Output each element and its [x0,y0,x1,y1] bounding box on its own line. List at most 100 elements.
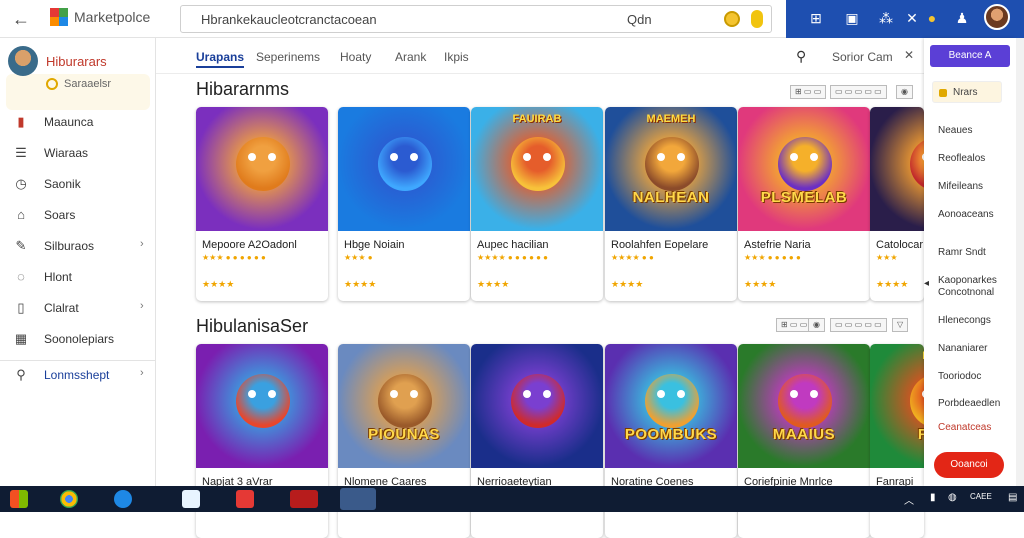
panel-item[interactable]: Hlenecongs [938,315,991,326]
panel-item[interactable]: Neaues [938,125,972,136]
game-art-title: FAUI [917,426,924,443]
view-toggle[interactable]: ⊞ ▭ ▭ [776,318,813,332]
game-title[interactable]: Hbge Noiain [344,239,405,251]
view-toggle[interactable]: ⊞ ▭ ▭ [790,85,827,99]
game-title[interactable]: Roolahfen Eopelare [611,239,708,251]
tab-2[interactable]: Hoaty [340,50,371,64]
folder-icon[interactable] [182,490,200,508]
logo-icon [50,8,68,26]
game-thumbnail[interactable]: BOIB FAUI [870,344,924,468]
notification-icon[interactable]: ● [924,10,940,26]
panel-item[interactable]: Porbdeaedlen [938,398,1000,409]
game-thumbnail[interactable]: FAUIRAB [471,107,603,231]
game-thumbnail[interactable] [196,107,328,231]
dropdown-control[interactable]: ▽ [892,318,909,332]
close-icon[interactable]: ✕ [904,10,920,26]
panel-item[interactable]: Nananiarer [938,343,987,354]
sidebar-item-3[interactable]: ⌂ Soars [0,200,156,230]
media-app-icon[interactable] [290,490,318,508]
user-avatar[interactable] [984,4,1010,30]
bookmark-icon: ⌂ [17,207,25,222]
game-thumbnail[interactable] [196,344,328,468]
tab-1[interactable]: Seperinems [256,50,320,64]
search-input[interactable]: Hbrankekaucleotcranctacoean [201,12,377,27]
browser-icon[interactable] [60,490,78,508]
danger-button[interactable]: Ooancoi [934,452,1004,478]
game-card[interactable]: FAUIRAB Aupec hacilian ★★★★ ● ● ● ● ● ● ★★★… [471,107,603,301]
game-thumbnail[interactable]: POOMBUKS [605,344,737,468]
game-title[interactable]: Mepoore A2Oadonl [202,239,297,251]
panel-item[interactable]: Ceanatceas [938,422,991,433]
filter-chip[interactable]: Nrars [932,81,1002,103]
filter-control[interactable]: ▭ ▭ ▭ ▭ ▭ [830,318,887,332]
sort-dropdown[interactable]: Sorior Cam [832,50,893,64]
close-icon[interactable]: ✕ [904,48,914,62]
network-icon[interactable]: ◍ [948,492,957,503]
character-illustration [378,374,432,428]
options-control[interactable]: ◉ [896,85,913,99]
panel-item[interactable]: Ramr Sndt [938,247,986,258]
search-bar[interactable]: Hbrankekaucleotcranctacoean Qdn [180,5,772,33]
sidebar-item-8[interactable]: ⚲ Lonmsshept › [0,360,156,390]
game-thumbnail[interactable] [471,344,603,468]
profile-card[interactable]: Hiburarars Saraaelsr [6,44,152,110]
grid-icon[interactable]: ⊞ [808,10,824,26]
chevron-left-icon[interactable]: ◂ [924,278,929,289]
sidebar-item-5[interactable]: ◌ Hlont [0,262,156,292]
taskbar: ︿ ▮ ◍ CAEE ▤ [0,486,1024,512]
panel-item[interactable]: Tooriodoc [938,371,981,382]
chevron-right-icon: › [140,238,144,250]
sidebar-item-2[interactable]: ◷ Saonik [0,169,156,199]
back-arrow-icon[interactable]: ← [12,9,30,30]
microphone-icon[interactable] [751,10,763,28]
sidebar-item-1[interactable]: ☰ Wiaraas [0,138,156,168]
game-card[interactable]: Hbge Noiain ★★★ ● ★★★★ [338,107,470,301]
game-card[interactable]: PLSMELAB Astefrie Naria ★★★ ● ● ● ● ● ★★★★ [738,107,870,301]
grid-icon: ▦ [14,331,28,346]
game-card[interactable]: Catolocar ★★★ ★★★★ [870,107,924,301]
search-icon[interactable]: ⚲ [796,48,806,65]
person-icon[interactable]: ♟ [954,10,970,26]
clock-icon: ◷ [15,176,27,191]
tab-4[interactable]: Ikpis [444,50,469,64]
game-title[interactable]: Catolocar [876,239,923,251]
game-title[interactable]: Astefrie Naria [744,239,811,251]
game-card[interactable]: Mepoore A2Oadonl ★★★ ● ● ● ● ● ● ★★★★ [196,107,328,301]
tab-3[interactable]: Arank [395,50,426,64]
panel-item[interactable]: Reoflealos [938,153,985,164]
media-icon[interactable]: ▣ [844,10,860,26]
filter-control[interactable]: ▭ ▭ ▭ ▭ ▭ [830,85,887,99]
tab-0[interactable]: Urapans [196,50,245,68]
history-icon[interactable] [724,11,740,27]
sidebar-item-7[interactable]: ▦ Soonolepiars [0,324,156,354]
notification-icon[interactable]: ▤ [1008,492,1017,503]
start-icon[interactable] [10,490,28,508]
sidebar-item-label: Silburaos [44,239,95,253]
game-thumbnail[interactable]: PIOUNAS [338,344,470,468]
sidebar-item-0[interactable]: ▮ Maaunca [0,107,156,137]
panel-item[interactable]: Mifeileans [938,181,983,192]
scrollbar[interactable] [1016,38,1024,486]
active-app-icon[interactable] [340,488,376,510]
panel-item[interactable]: Kaoponarkes Concotnonal [938,275,1014,299]
document-app-icon[interactable] [236,490,254,508]
game-thumbnail[interactable] [870,107,924,231]
game-thumbnail[interactable]: MAEMEH NALHEAN [605,107,737,231]
options-control[interactable]: ◉ [808,318,825,332]
sidebar-item-6[interactable]: ▯ Clalrat › [0,293,156,323]
chevron-right-icon: › [140,300,144,312]
volume-icon[interactable]: ▮ [930,492,936,503]
game-thumbnail[interactable]: PLSMELAB [738,107,870,231]
game-thumbnail[interactable] [338,107,470,231]
game-title[interactable]: Aupec hacilian [477,239,549,251]
tray-chevron-icon[interactable]: ︿ [904,492,914,507]
app-logo[interactable]: Marketpolce [50,8,150,26]
sidebar-item-4[interactable]: ✎ Silburaos › [0,231,156,261]
stats-icon[interactable]: ⁂ [878,10,894,26]
game-card[interactable]: MAEMEH NALHEAN Roolahfen Eopelare ★★★★ ● ● ★… [605,107,737,301]
edge-icon[interactable] [114,490,132,508]
tag-icon: ✎ [15,238,27,253]
primary-button[interactable]: Beance A [930,45,1010,67]
panel-item[interactable]: Aonoaceans [938,209,994,220]
game-thumbnail[interactable]: MAAIUS [738,344,870,468]
